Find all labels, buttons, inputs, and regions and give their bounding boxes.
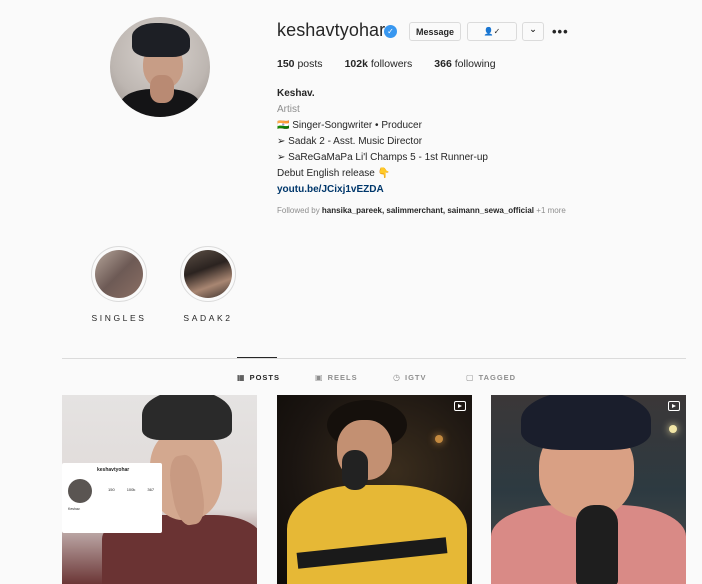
bio-line: 🇮🇳 Singer-Songwriter • Producer: [277, 120, 422, 131]
post-profile-screenshot: keshavtyohar 150 100k 367 Keshav.: [62, 463, 162, 533]
tabs-divider: [62, 358, 686, 359]
reels-icon: ▣: [315, 373, 324, 382]
person-check-icon: 👤✓: [483, 27, 501, 36]
profile-avatar[interactable]: [110, 17, 210, 117]
highlight-singles[interactable]: [91, 246, 147, 302]
tab-tagged[interactable]: ▢ TAGGED: [466, 373, 516, 382]
post-thumbnail[interactable]: [491, 395, 686, 584]
highlight-cover: [95, 250, 143, 298]
reel-icon: [668, 401, 680, 411]
bio-line: ➢ Sadak 2 - Asst. Music Director: [277, 136, 423, 147]
tab-reels[interactable]: ▣ REELS: [315, 373, 358, 382]
bio-line: ➢ SaReGaMaPa Li'l Champs 5 - 1st Runner-…: [277, 152, 488, 163]
profile-bio: Keshav. Artist 🇮🇳 Singer-Songwriter • Pr…: [277, 86, 607, 198]
more-options-icon[interactable]: •••: [552, 24, 569, 39]
highlight-label: SADAK2: [183, 313, 233, 323]
message-button[interactable]: Message: [409, 22, 461, 41]
reel-icon: [454, 401, 466, 411]
followed-by[interactable]: Followed by hansika_pareek, salimmerchan…: [277, 206, 566, 215]
post-thumbnail[interactable]: [277, 395, 472, 584]
highlight-sadak2[interactable]: [180, 246, 236, 302]
bio-category: Artist: [277, 104, 300, 115]
stat-following[interactable]: 366 following: [434, 58, 495, 70]
following-button[interactable]: 👤✓: [467, 22, 517, 41]
tab-igtv[interactable]: ◷ IGTV: [393, 373, 427, 382]
igtv-icon: ◷: [393, 373, 401, 382]
active-tab-indicator: [237, 357, 277, 358]
profile-username: keshavtyohar: [277, 20, 386, 40]
stat-posts: 150 posts: [277, 58, 323, 70]
stat-followers[interactable]: 102k followers: [345, 58, 413, 70]
tab-posts[interactable]: ▦ POSTS: [237, 373, 280, 382]
bio-name: Keshav.: [277, 88, 315, 99]
tagged-icon: ▢: [466, 373, 475, 382]
highlight-cover: [184, 250, 232, 298]
highlight-label: SINGLES: [91, 313, 147, 323]
bio-link[interactable]: youtu.be/JCixj1vEZDA: [277, 182, 607, 198]
post-thumbnail[interactable]: keshavtyohar 150 100k 367 Keshav.: [62, 395, 257, 584]
chevron-down-icon: ⌄: [529, 24, 537, 34]
grid-icon: ▦: [237, 373, 246, 382]
suggested-accounts-button[interactable]: ⌄: [522, 22, 544, 41]
profile-stats: 150 posts 102k followers 366 following: [277, 58, 518, 70]
verified-badge-icon: ✓: [384, 25, 397, 38]
bio-line: Debut English release 👇: [277, 168, 391, 179]
